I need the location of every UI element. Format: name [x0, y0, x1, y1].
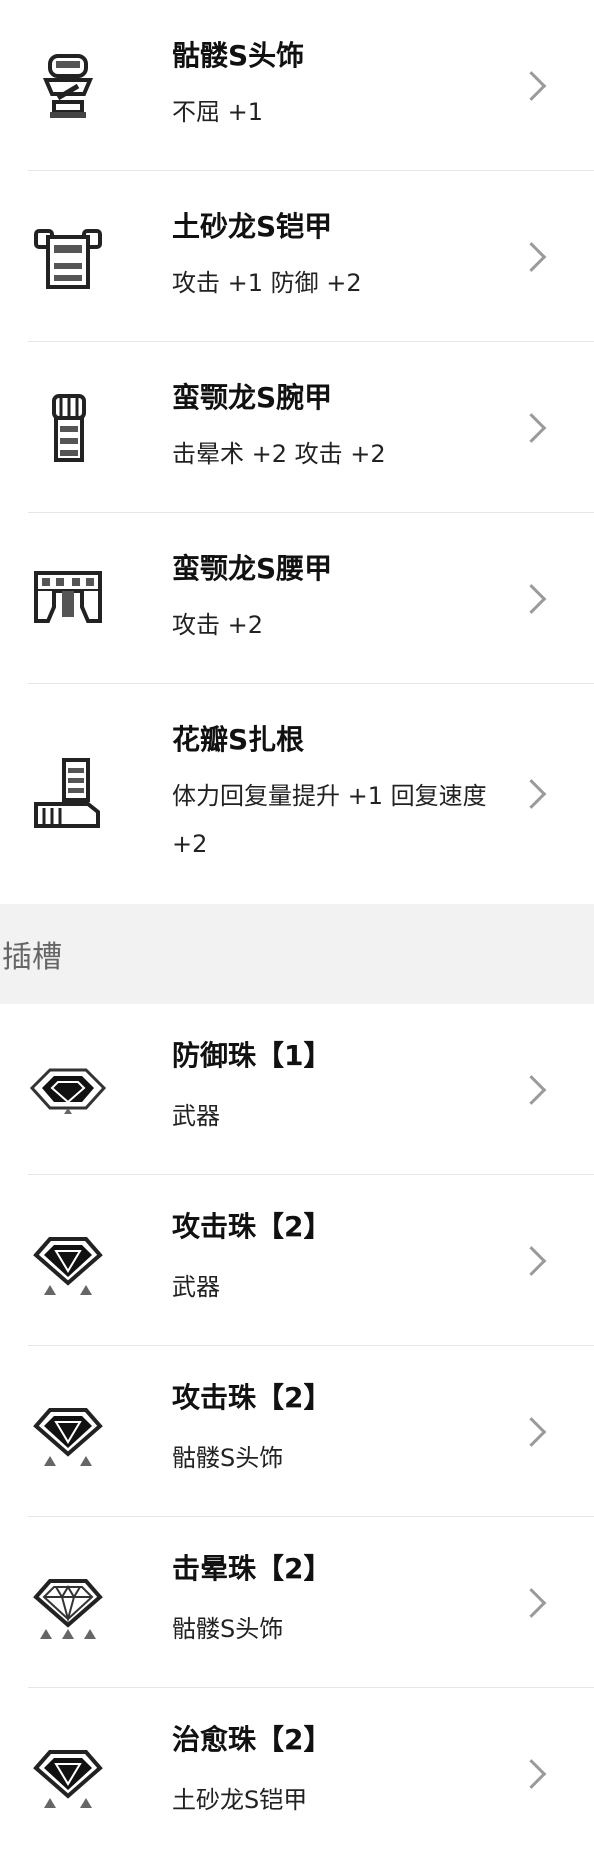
decoration-list: 防御珠【1】 武器 攻击珠【2】 武器 攻击珠【2】 骷髅S头饰 击晕珠【2】 … [0, 1004, 594, 1859]
section-title: 插槽 [2, 940, 62, 975]
decoration-target: 骷髅S头饰 [172, 1614, 284, 1643]
armor-effect: 击晕术 +2 攻击 +2 [172, 439, 386, 468]
armor-item[interactable]: 花瓣S扎根 体力回复量提升 +1 回复速度 +2 [0, 684, 594, 904]
decoration-target: 骷髅S头饰 [172, 1443, 284, 1472]
armor-name: 蛮颚龙S腕甲 [172, 380, 333, 414]
decoration-name: 防御珠【1】 [172, 1038, 332, 1072]
armor-effect: 不屈 +1 [172, 97, 264, 126]
decoration-target: 武器 [172, 1272, 220, 1301]
armor-item[interactable]: 蛮颚龙S腕甲 击晕术 +2 攻击 +2 [0, 342, 594, 513]
armor-effect: 攻击 +1 防御 +2 [172, 268, 362, 297]
armor-text: 土砂龙S铠甲 攻击 +1 防御 +2 [172, 207, 566, 307]
armor-item[interactable]: 骷髅S头饰 不屈 +1 [0, 0, 594, 171]
decoration-name: 攻击珠【2】 [172, 1209, 332, 1243]
armor-text: 花瓣S扎根 体力回复量提升 +1 回复速度 +2 [172, 720, 566, 868]
armor-effect: 攻击 +2 [172, 610, 264, 639]
decoration-target: 土砂龙S铠甲 [172, 1785, 308, 1814]
chest-armor-icon [28, 217, 108, 297]
decoration-item[interactable]: 防御珠【1】 武器 [0, 1004, 594, 1175]
gauntlet-icon [28, 388, 108, 468]
armor-text: 骷髅S头饰 不屈 +1 [172, 36, 566, 136]
decoration-text: 治愈珠【2】 土砂龙S铠甲 [172, 1720, 566, 1828]
decoration-name: 击晕珠【2】 [172, 1551, 332, 1585]
armor-effect: 体力回复量提升 +1 回复速度 +2 [172, 782, 487, 858]
decoration-name: 攻击珠【2】 [172, 1380, 332, 1414]
decoration-item[interactable]: 击晕珠【2】 骷髅S头饰 [0, 1517, 594, 1688]
armor-name: 骷髅S头饰 [172, 38, 305, 72]
armor-text: 蛮颚龙S腰甲 攻击 +2 [172, 549, 566, 649]
helmet-icon [28, 46, 108, 126]
gem-icon [28, 1563, 108, 1643]
gem-icon [28, 1221, 108, 1301]
decoration-text: 攻击珠【2】 骷髅S头饰 [172, 1378, 566, 1486]
armor-item[interactable]: 蛮颚龙S腰甲 攻击 +2 [0, 513, 594, 684]
decoration-name: 治愈珠【2】 [172, 1722, 332, 1756]
decoration-text: 攻击珠【2】 武器 [172, 1207, 566, 1315]
decoration-item[interactable]: 攻击珠【2】 武器 [0, 1175, 594, 1346]
gem-icon [28, 1050, 108, 1130]
decoration-text: 防御珠【1】 武器 [172, 1036, 566, 1144]
waist-armor-icon [28, 559, 108, 639]
gem-icon [28, 1734, 108, 1814]
armor-name: 土砂龙S铠甲 [172, 209, 333, 243]
armor-item[interactable]: 土砂龙S铠甲 攻击 +1 防御 +2 [0, 171, 594, 342]
decoration-item[interactable]: 治愈珠【2】 土砂龙S铠甲 [0, 1688, 594, 1859]
armor-text: 蛮颚龙S腕甲 击晕术 +2 攻击 +2 [172, 378, 566, 478]
gem-icon [28, 1392, 108, 1472]
section-header-slots: 插槽 [0, 904, 594, 1004]
decoration-item[interactable]: 攻击珠【2】 骷髅S头饰 [0, 1346, 594, 1517]
armor-name: 花瓣S扎根 [172, 723, 305, 756]
decoration-text: 击晕珠【2】 骷髅S头饰 [172, 1549, 566, 1657]
greaves-icon [28, 754, 108, 834]
armor-list: 骷髅S头饰 不屈 +1 土砂龙S铠甲 攻击 +1 防御 +2 蛮颚龙S腕甲 击晕… [0, 0, 594, 904]
decoration-target: 武器 [172, 1101, 220, 1130]
armor-name: 蛮颚龙S腰甲 [172, 551, 333, 585]
